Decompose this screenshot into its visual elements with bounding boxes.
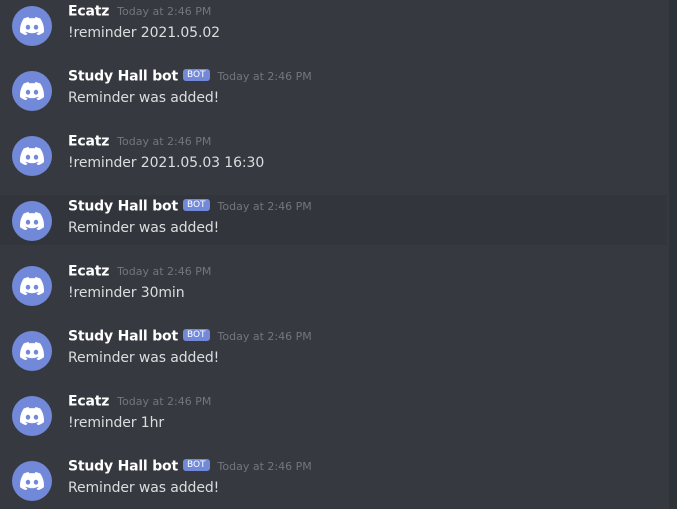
- timestamp: Today at 2:46 PM: [117, 394, 212, 408]
- avatar[interactable]: [12, 266, 52, 306]
- message: Ecatz Today at 2:46 PM !reminder 1hr: [0, 390, 667, 440]
- avatar[interactable]: [12, 6, 52, 46]
- message-content: !reminder 2021.05.02: [68, 25, 220, 41]
- discord-logo-icon: [20, 277, 44, 295]
- message-content: Reminder was added!: [68, 350, 220, 366]
- message-header: Study Hall bot BOT Today at 2:46 PM: [68, 196, 312, 216]
- timestamp: Today at 2:46 PM: [217, 329, 312, 343]
- timestamp: Today at 2:46 PM: [217, 199, 312, 213]
- discord-logo-icon: [20, 147, 44, 165]
- timestamp: Today at 2:46 PM: [217, 459, 312, 473]
- username[interactable]: Study Hall bot: [68, 459, 178, 475]
- username[interactable]: Ecatz: [68, 264, 109, 280]
- avatar[interactable]: [12, 201, 52, 241]
- message-header: Ecatz Today at 2:46 PM: [68, 1, 211, 21]
- timestamp: Today at 2:46 PM: [117, 134, 212, 148]
- avatar[interactable]: [12, 461, 52, 501]
- timestamp: Today at 2:46 PM: [117, 264, 212, 278]
- username[interactable]: Ecatz: [68, 394, 109, 410]
- message: Study Hall bot BOT Today at 2:46 PM Remind…: [0, 65, 667, 115]
- message-content: !reminder 30min: [68, 285, 185, 301]
- message: Study Hall bot BOT Today at 2:46 PM Remind…: [0, 325, 667, 375]
- username[interactable]: Ecatz: [68, 4, 109, 20]
- discord-logo-icon: [20, 472, 44, 490]
- message: Ecatz Today at 2:46 PM !reminder 2021.05.…: [0, 0, 667, 50]
- username[interactable]: Study Hall bot: [68, 199, 178, 215]
- message-header: Study Hall bot BOT Today at 2:46 PM: [68, 326, 312, 346]
- message-content: Reminder was added!: [68, 90, 220, 106]
- discord-logo-icon: [20, 407, 44, 425]
- scrollbar[interactable]: [669, 0, 677, 509]
- message: Study Hall bot BOT Today at 2:46 PM Remind…: [0, 455, 667, 505]
- message: Ecatz Today at 2:46 PM !reminder 2021.05.…: [0, 130, 667, 180]
- timestamp: Today at 2:46 PM: [217, 69, 312, 83]
- message-content: Reminder was added!: [68, 480, 220, 496]
- message-header: Ecatz Today at 2:46 PM: [68, 261, 211, 281]
- discord-logo-icon: [20, 212, 44, 230]
- timestamp: Today at 2:46 PM: [117, 4, 212, 18]
- message-content: !reminder 2021.05.03 16:30: [68, 155, 265, 171]
- avatar[interactable]: [12, 396, 52, 436]
- message-header: Study Hall bot BOT Today at 2:46 PM: [68, 66, 312, 86]
- message: Study Hall bot BOT Today at 2:46 PM Remind…: [0, 195, 667, 245]
- bot-badge: BOT: [182, 68, 210, 81]
- message-content: Reminder was added!: [68, 220, 220, 236]
- avatar[interactable]: [12, 136, 52, 176]
- username[interactable]: Study Hall bot: [68, 329, 178, 345]
- bot-badge: BOT: [182, 198, 210, 211]
- message: Ecatz Today at 2:46 PM !reminder 30min: [0, 260, 667, 310]
- username[interactable]: Study Hall bot: [68, 69, 178, 85]
- bot-badge: BOT: [182, 328, 210, 341]
- message-header: Study Hall bot BOT Today at 2:46 PM: [68, 456, 312, 476]
- discord-logo-icon: [20, 82, 44, 100]
- message-content: !reminder 1hr: [68, 415, 165, 431]
- avatar[interactable]: [12, 331, 52, 371]
- discord-logo-icon: [20, 342, 44, 360]
- message-header: Ecatz Today at 2:46 PM: [68, 131, 211, 151]
- message-list: Ecatz Today at 2:46 PM !reminder 2021.05.…: [0, 0, 677, 509]
- message-header: Ecatz Today at 2:46 PM: [68, 391, 211, 411]
- avatar[interactable]: [12, 71, 52, 111]
- discord-logo-icon: [20, 17, 44, 35]
- bot-badge: BOT: [182, 458, 210, 471]
- username[interactable]: Ecatz: [68, 134, 109, 150]
